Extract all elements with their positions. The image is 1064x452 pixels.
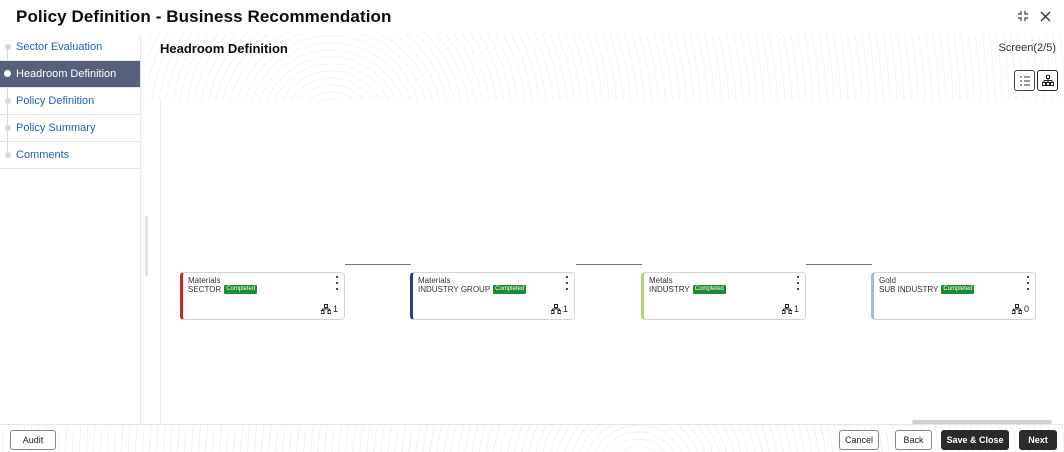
child-count-value: 0 [1023,304,1029,314]
audit-button[interactable]: Audit [10,430,56,450]
page-header: Policy Definition - Business Recommendat… [0,0,1064,34]
hierarchy-icon [320,304,331,314]
app: Policy Definition - Business Recommendat… [0,0,1064,452]
more-options-icon[interactable] [795,276,801,290]
hierarchy-icon [1011,304,1022,314]
hierarchy-node-industry[interactable]: Metals INDUSTRY Completed 1 [641,272,806,320]
step-label: Policy Summary [16,122,96,134]
save-close-button[interactable]: Save & Close [941,430,1009,450]
step-marker-icon [4,70,11,77]
child-count-value: 1 [562,304,568,314]
page-footer: Audit Cancel Back Save & Close Next [0,424,1064,452]
close-icon[interactable] [1038,9,1052,23]
step-label: Policy Definition [16,95,95,107]
step-marker-icon [5,98,11,104]
node-level: INDUSTRY Completed [649,285,726,294]
section-header: Headroom Definition Screen(2/5) [148,34,1064,100]
step-marker-icon [5,152,11,158]
node-connector [576,264,642,265]
header-actions [1016,9,1052,23]
steps-sidebar: Sector Evaluation Headroom Definition Po… [0,34,141,424]
hierarchy-node-sub-industry[interactable]: Gold SUB INDUSTRY Completed 0 [871,272,1036,320]
tree-view-icon[interactable] [1037,70,1058,91]
child-count: 0 [1011,304,1029,314]
next-button[interactable]: Next [1019,430,1057,450]
main-panel: Headroom Definition Screen(2/5) [148,34,1064,424]
node-name: Materials [188,276,221,285]
status-badge: Completed [941,285,975,294]
status-badge: Completed [692,285,726,294]
node-level-label: INDUSTRY [649,285,690,294]
step-headroom-definition[interactable]: Headroom Definition [0,61,140,88]
child-count-value: 1 [793,304,799,314]
node-level-label: SUB INDUSTRY [879,285,939,294]
hierarchy-node-industry-group[interactable]: Materials INDUSTRY GROUP Completed 1 [410,272,575,320]
hierarchy-canvas [160,100,1064,424]
step-policy-summary[interactable]: Policy Summary [0,115,140,142]
hierarchy-icon [550,304,561,314]
step-label: Comments [16,149,70,161]
page-title: Policy Definition - Business Recommendat… [16,7,392,26]
status-badge: Completed [493,285,527,294]
node-name: Gold [879,276,896,285]
node-level: SUB INDUSTRY Completed [879,285,975,294]
more-options-icon[interactable] [564,276,570,290]
step-label: Headroom Definition [16,68,117,80]
more-options-icon[interactable] [334,276,340,290]
status-badge: Completed [224,285,258,294]
child-count: 1 [781,304,799,314]
step-sector-evaluation[interactable]: Sector Evaluation [0,34,140,61]
screen-indicator: Screen(2/5) [998,42,1056,54]
hierarchy-node-sector[interactable]: Materials SECTOR Completed 1 [180,272,345,320]
node-level-label: INDUSTRY GROUP [418,285,491,294]
node-connector [345,264,411,265]
list-view-icon[interactable] [1014,70,1035,91]
section-title: Headroom Definition [160,41,288,56]
node-level: INDUSTRY GROUP Completed [418,285,527,294]
node-name: Metals [649,276,673,285]
step-policy-definition[interactable]: Policy Definition [0,88,140,115]
node-name: Materials [418,276,451,285]
cancel-button[interactable]: Cancel [839,430,879,450]
step-comments[interactable]: Comments [0,142,140,169]
child-count-value: 1 [332,304,338,314]
hierarchy-icon [781,304,792,314]
step-marker-icon [5,125,11,131]
more-options-icon[interactable] [1025,276,1031,290]
node-level: SECTOR Completed [188,285,258,294]
child-count: 1 [550,304,568,314]
collapse-icon[interactable] [1016,9,1030,23]
node-connector [806,264,872,265]
back-button[interactable]: Back [895,430,932,450]
node-level-label: SECTOR [188,285,222,294]
view-toggle [1014,70,1058,91]
child-count: 1 [320,304,338,314]
step-marker-icon [5,44,11,50]
step-label: Sector Evaluation [16,41,103,53]
